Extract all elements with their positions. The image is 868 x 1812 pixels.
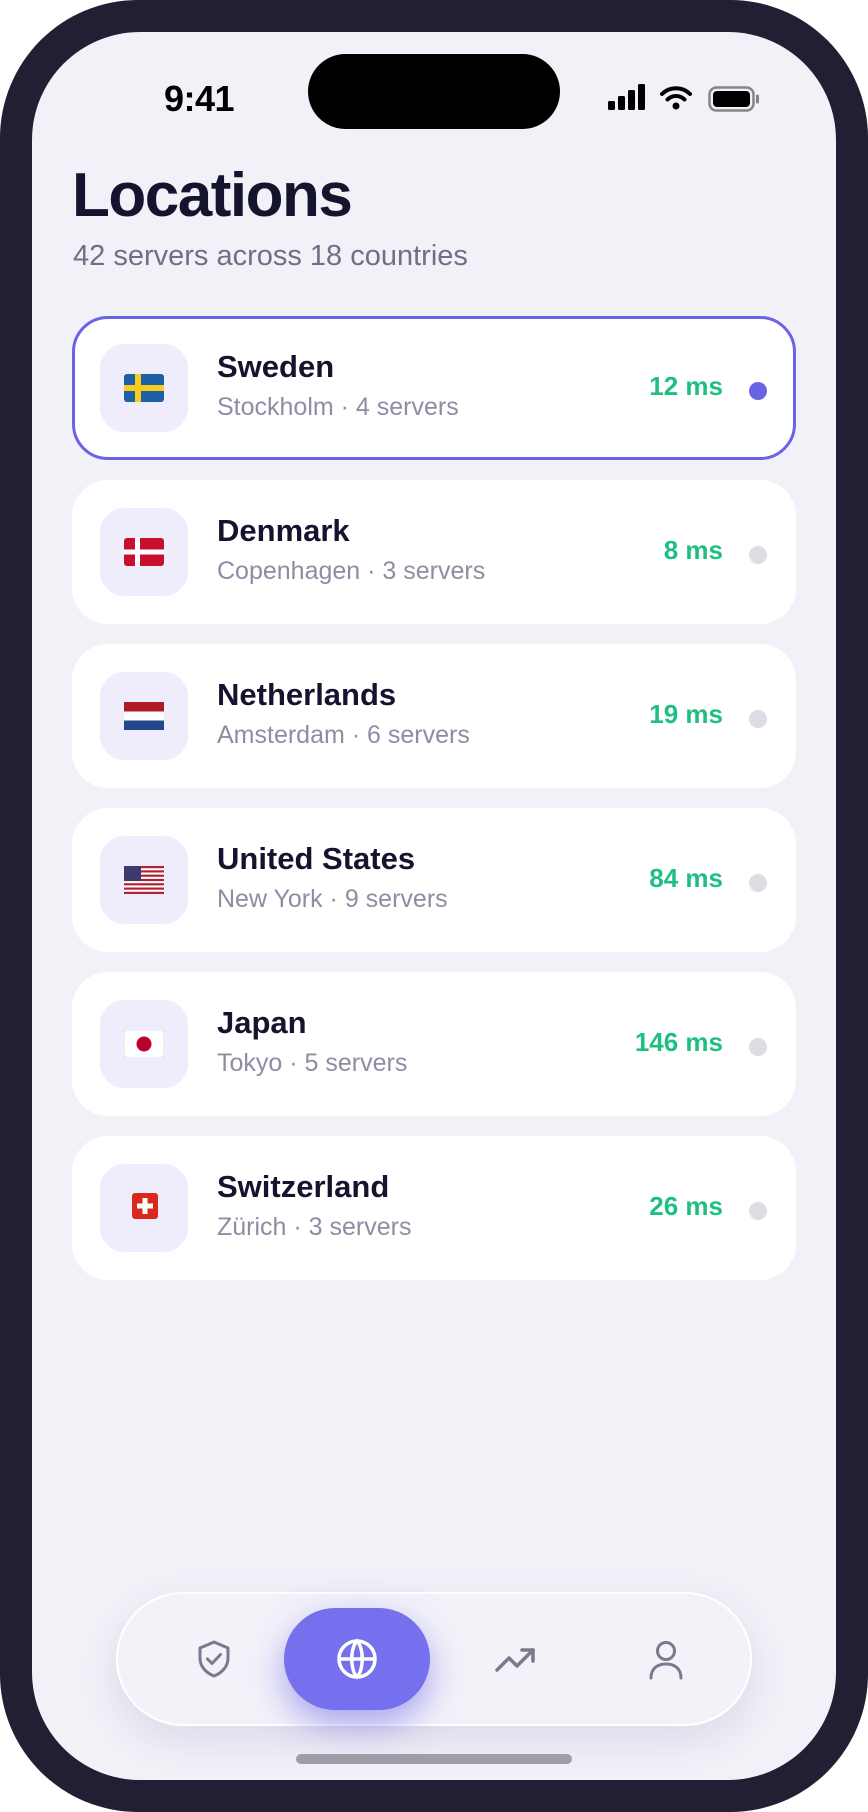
country-name: Switzerland (217, 1169, 390, 1204)
latency-value: 19 ms (649, 699, 723, 729)
city-servers: New York · 9 servers (217, 885, 448, 913)
city-servers: Zürich · 3 servers (217, 1213, 412, 1241)
latency-value: 84 ms (649, 863, 723, 893)
trending-up-icon (495, 1648, 535, 1672)
globe-icon (337, 1638, 377, 1680)
country-name: Japan (217, 1005, 307, 1040)
flag-denmark-icon (124, 538, 164, 566)
user-icon (649, 1641, 683, 1680)
location-card-japan[interactable]: Japan Tokyo · 5 servers 146 ms (72, 972, 796, 1116)
location-card-netherlands[interactable]: Netherlands Amsterdam · 6 servers 19 ms (72, 644, 796, 788)
tab-profile[interactable] (626, 1619, 706, 1699)
flag-container (100, 344, 188, 432)
flag-japan-icon (124, 1030, 164, 1058)
status-time: 9:41 (163, 78, 235, 119)
latency-value: 146 ms (634, 1027, 723, 1057)
page-subtitle: 42 servers across 18 countries (73, 240, 468, 272)
country-name: United States (217, 841, 416, 876)
tab-stats[interactable] (474, 1619, 554, 1699)
flag-netherlands-icon (124, 702, 164, 730)
city-servers: Tokyo · 5 servers (217, 1049, 408, 1077)
location-card-united-states[interactable]: United States New York · 9 servers 84 ms (72, 808, 796, 952)
flag-switzerland-icon (132, 1193, 158, 1219)
home-indicator[interactable] (296, 1754, 572, 1764)
selection-indicator (749, 546, 767, 564)
country-name: Denmark (217, 513, 350, 548)
latency-value: 26 ms (649, 1191, 723, 1221)
wifi-icon (660, 86, 692, 110)
shield-check-icon (198, 1640, 230, 1678)
selection-indicator (749, 382, 767, 400)
latency-value: 12 ms (649, 371, 723, 401)
city-servers: Stockholm · 4 servers (217, 393, 459, 421)
selection-indicator (749, 874, 767, 892)
selection-indicator (749, 1038, 767, 1056)
dynamic-island (308, 54, 560, 129)
tab-bar (116, 1592, 752, 1726)
phone-frame: 9:41 Locations 42 servers across 18 coun… (0, 0, 868, 1812)
flag-container (100, 836, 188, 924)
latency-value: 8 ms (663, 535, 723, 565)
flag-container (100, 508, 188, 596)
flag-container (100, 1164, 188, 1252)
country-name: Sweden (217, 349, 335, 384)
city-servers: Copenhagen · 3 servers (217, 557, 486, 585)
location-card-sweden[interactable]: Sweden Stockholm · 4 servers 12 ms (72, 316, 796, 460)
tab-locations[interactable] (284, 1608, 430, 1710)
location-card-switzerland[interactable]: Switzerland Zürich · 3 servers 26 ms (72, 1136, 796, 1280)
signal-icon (608, 84, 645, 110)
flag-container (100, 672, 188, 760)
city-servers: Amsterdam · 6 servers (217, 721, 470, 749)
selection-indicator (749, 710, 767, 728)
flag-united-states-icon (124, 866, 164, 894)
location-card-denmark[interactable]: Denmark Copenhagen · 3 servers 8 ms (72, 480, 796, 624)
country-name: Netherlands (217, 677, 397, 712)
flag-sweden-icon (124, 374, 164, 402)
page-title: Locations (72, 161, 353, 230)
battery-icon (708, 86, 759, 112)
flag-container (100, 1000, 188, 1088)
selection-indicator (749, 1202, 767, 1220)
screen: 9:41 Locations 42 servers across 18 coun… (32, 32, 836, 1780)
tab-protection[interactable] (174, 1619, 254, 1699)
